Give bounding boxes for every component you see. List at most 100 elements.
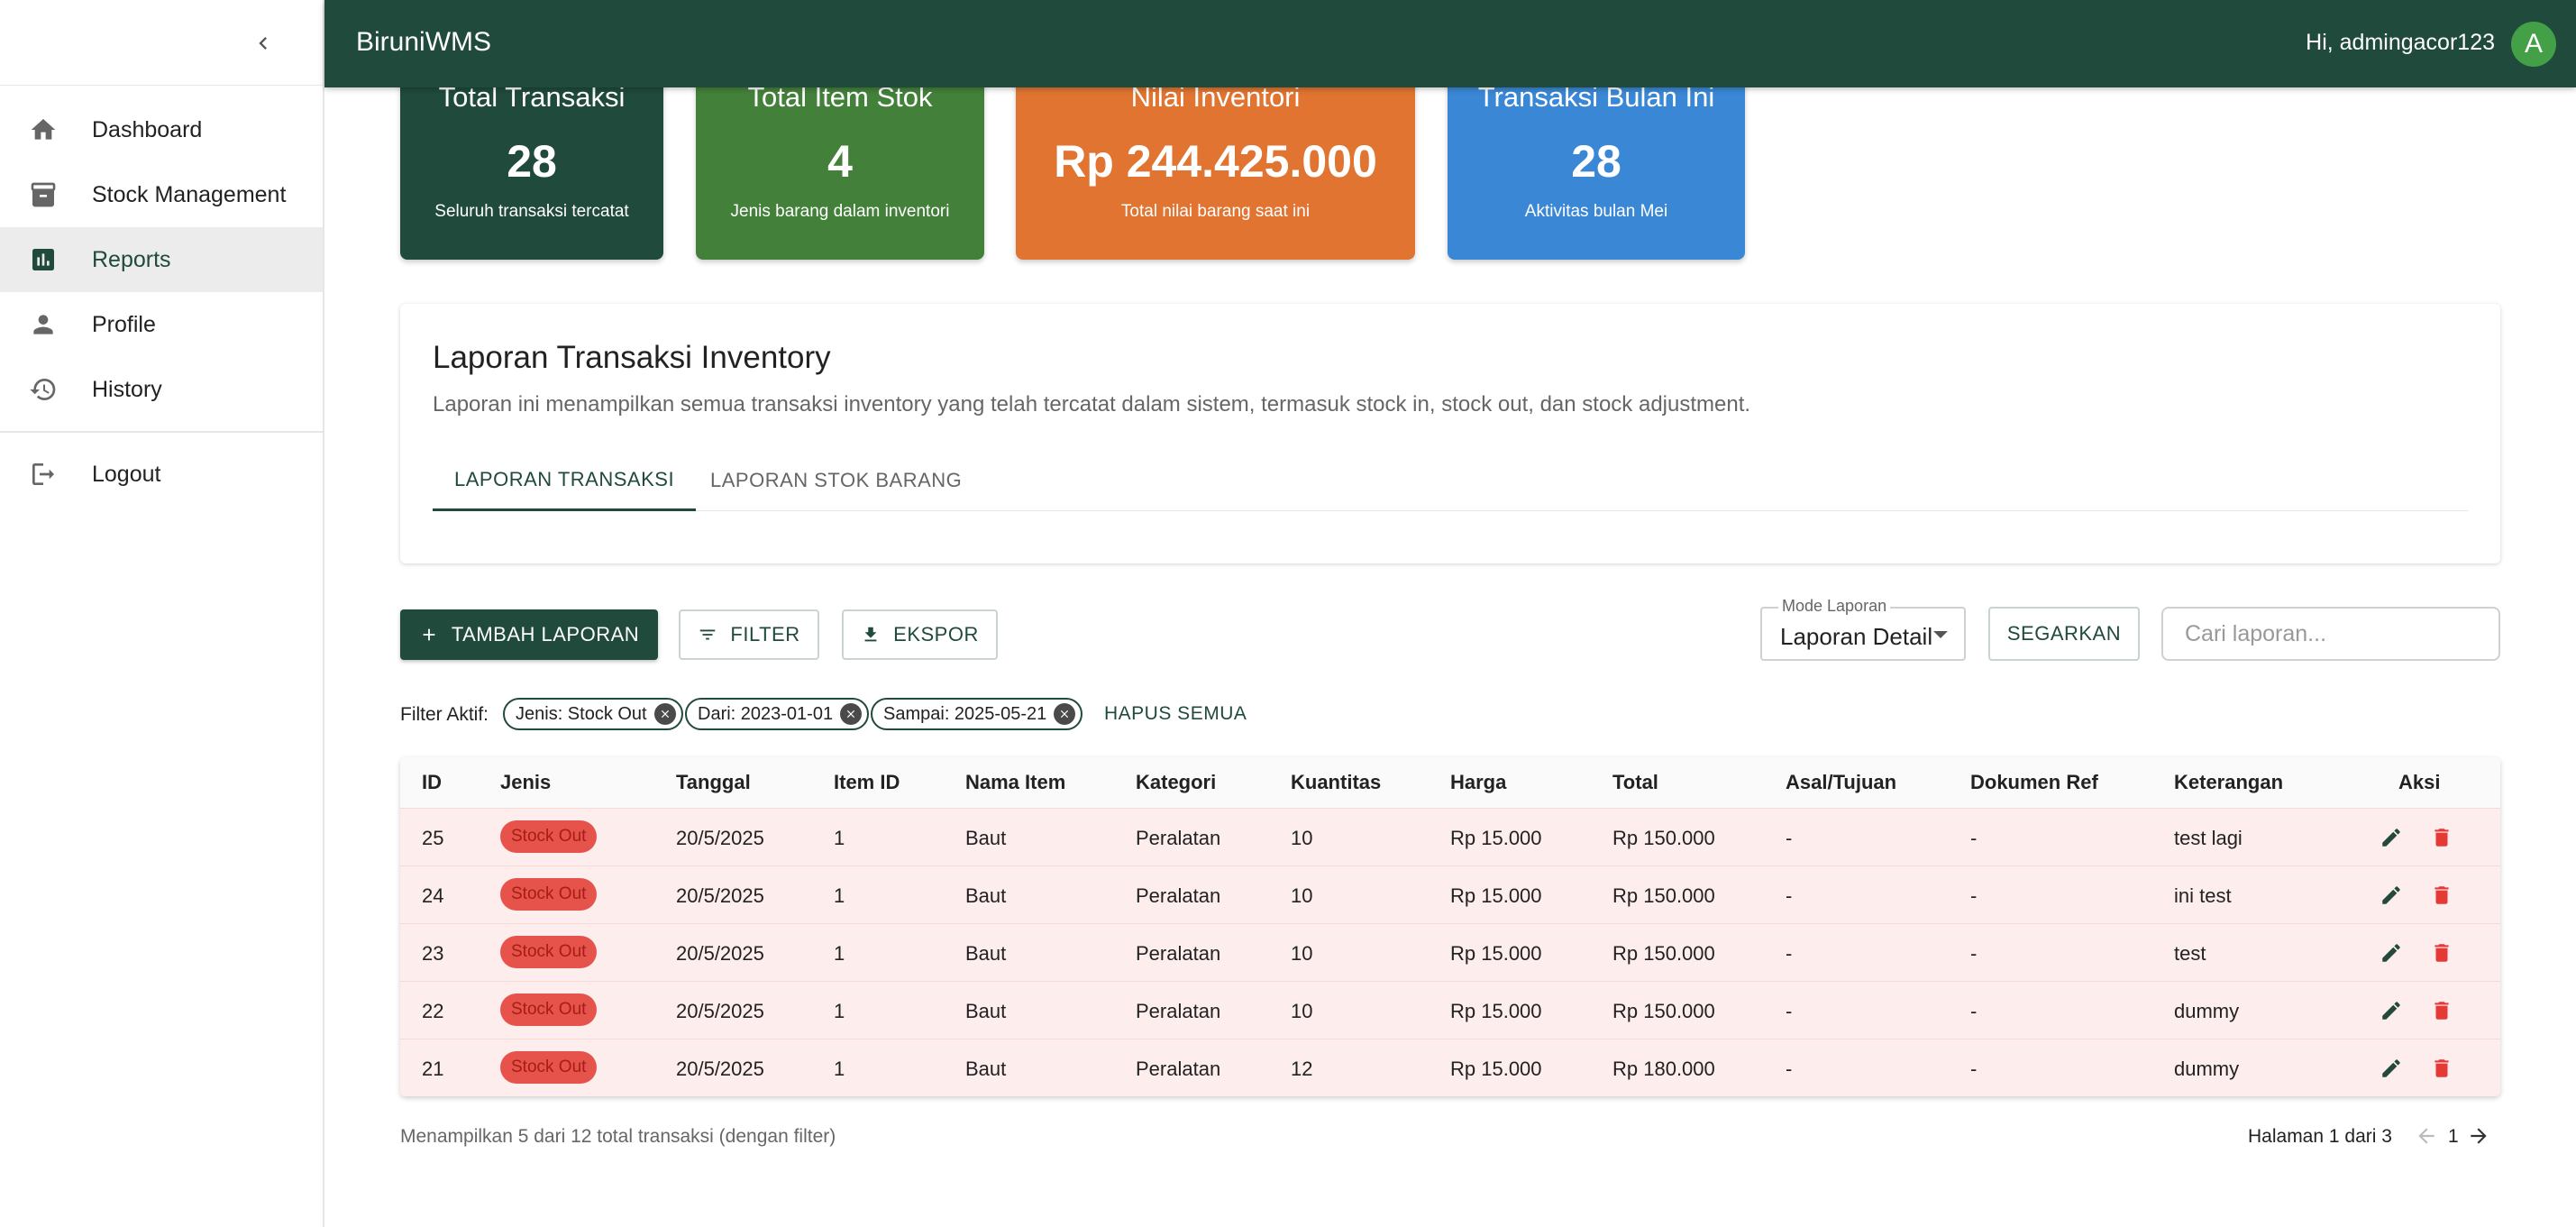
- sidebar: Dashboard Stock Management Reports Profi…: [0, 0, 324, 1227]
- cell-kategori: Peralatan: [1136, 1058, 1221, 1080]
- column-header-id: ID: [422, 771, 442, 793]
- sidebar-nav: Dashboard Stock Management Reports Profi…: [0, 97, 323, 507]
- edit-icon[interactable]: [2379, 940, 2404, 966]
- export-button[interactable]: EKSPOR: [842, 609, 998, 660]
- delete-icon[interactable]: [2429, 825, 2454, 850]
- cell-keterangan: test lagi: [2174, 827, 2243, 849]
- sidebar-item-reports[interactable]: Reports: [0, 227, 323, 292]
- arrow-left-icon: [2418, 1128, 2434, 1144]
- plus-icon: [423, 628, 435, 641]
- table-header: ID Jenis Tanggal Item ID Nama Item Kateg…: [400, 757, 2500, 808]
- cell-id: 21: [422, 1058, 444, 1080]
- app-brand: BiruniWMS: [356, 27, 492, 57]
- edit-icon[interactable]: [2379, 825, 2404, 850]
- delete-icon[interactable]: [2429, 1056, 2454, 1081]
- filter-chip-label: Sampai: 2025-05-21: [883, 703, 1047, 724]
- transactions-table: ID Jenis Tanggal Item ID Nama Item Kateg…: [400, 757, 2500, 1096]
- cell-asal-tujuan: -: [1786, 942, 1793, 965]
- collapse-sidebar-button[interactable]: [245, 25, 281, 61]
- column-header-aksi: Aksi: [2398, 771, 2441, 793]
- edit-icon[interactable]: [2379, 998, 2404, 1023]
- cell-tanggal: 20/5/2025: [676, 942, 764, 965]
- clear-all-filters-button[interactable]: HAPUS SEMUA: [1104, 703, 1247, 725]
- filter-chip-label: Jenis: Stock Out: [516, 703, 647, 724]
- report-tabs: LAPORAN TRANSAKSI LAPORAN STOK BARANG: [433, 450, 2468, 511]
- download-icon: [864, 627, 877, 642]
- cell-asal-tujuan: -: [1786, 1058, 1793, 1080]
- cell-item-id: 1: [834, 942, 845, 965]
- previous-page-button[interactable]: [2412, 1122, 2441, 1150]
- filter-button[interactable]: FILTER: [679, 609, 819, 660]
- status-badge: Stock Out: [500, 820, 598, 853]
- active-filter-label: Filter Aktif:: [400, 704, 489, 725]
- sidebar-item-logout[interactable]: Logout: [0, 442, 323, 507]
- status-badge: Stock Out: [500, 1051, 598, 1084]
- delete-icon[interactable]: [2429, 998, 2454, 1023]
- arrow-right-icon: [2471, 1128, 2487, 1144]
- cell-dokumen-ref: -: [1970, 1058, 1978, 1080]
- add-report-button[interactable]: TAMBAH LAPORAN: [400, 609, 658, 660]
- column-header-asal-tujuan: Asal/Tujuan: [1786, 771, 1897, 793]
- sidebar-item-dashboard[interactable]: Dashboard: [0, 97, 323, 162]
- cell-item-id: 1: [834, 827, 845, 849]
- filter-chip-dari[interactable]: Dari: 2023-01-01: [685, 698, 870, 730]
- cell-dokumen-ref: -: [1970, 1000, 1978, 1022]
- report-mode-select[interactable]: Mode Laporan Laporan Detail: [1760, 597, 1966, 661]
- cell-keterangan: dummy: [2174, 1058, 2240, 1080]
- cell-kategori: Peralatan: [1136, 884, 1221, 907]
- stat-subtitle: Aktivitas bulan Mei: [1524, 202, 1668, 221]
- pagination-summary: Menampilkan 5 dari 12 total transaksi (d…: [400, 1126, 836, 1147]
- edit-icon[interactable]: [2379, 1056, 2404, 1081]
- history-icon: [27, 373, 59, 406]
- sidebar-divider: [0, 85, 324, 86]
- cell-harga: Rp 15.000: [1450, 1058, 1542, 1080]
- sidebar-item-label: Logout: [92, 461, 161, 487]
- cell-kuantitas: 12: [1291, 1058, 1313, 1080]
- cell-harga: Rp 15.000: [1450, 827, 1542, 849]
- stat-subtitle: Seluruh transaksi tercatat: [434, 202, 629, 221]
- stat-subtitle: Total nilai barang saat ini: [1120, 202, 1311, 221]
- cell-keterangan: test: [2174, 942, 2206, 965]
- filter-chip-jenis[interactable]: Jenis: Stock Out: [503, 698, 683, 730]
- close-icon[interactable]: [840, 703, 863, 725]
- tab-laporan-transaksi[interactable]: LAPORAN TRANSAKSI: [433, 450, 697, 511]
- sidebar-item-history[interactable]: History: [0, 357, 323, 422]
- cell-dokumen-ref: -: [1970, 942, 1978, 965]
- close-icon[interactable]: [1054, 703, 1076, 725]
- delete-icon[interactable]: [2429, 940, 2454, 966]
- tab-laporan-stok-barang[interactable]: LAPORAN STOK BARANG: [689, 450, 983, 511]
- column-header-keterangan: Keterangan: [2174, 771, 2284, 793]
- cell-tanggal: 20/5/2025: [676, 1058, 764, 1080]
- stat-value: 4: [827, 136, 853, 187]
- filter-chip-sampai[interactable]: Sampai: 2025-05-21: [871, 698, 1083, 730]
- export-label: EKSPOR: [893, 623, 979, 646]
- cell-item-id: 1: [834, 1000, 845, 1022]
- next-page-button[interactable]: [2464, 1122, 2493, 1150]
- sidebar-item-stock-management[interactable]: Stock Management: [0, 162, 323, 227]
- column-header-tanggal: Tanggal: [676, 771, 751, 793]
- logout-icon: [27, 458, 59, 490]
- cell-keterangan: ini test: [2174, 884, 2232, 907]
- pagination-page-text: Halaman 1 dari 3: [2248, 1126, 2392, 1147]
- status-badge: Stock Out: [500, 936, 598, 968]
- sidebar-item-label: Stock Management: [92, 181, 287, 207]
- search-input[interactable]: [2161, 607, 2500, 661]
- cell-total: Rp 150.000: [1612, 884, 1715, 907]
- table-row: 24 Stock Out 20/5/2025 1 Baut Peralatan …: [400, 865, 2500, 923]
- cell-nama-item: Baut: [965, 942, 1007, 965]
- column-header-kuantitas: Kuantitas: [1291, 771, 1382, 793]
- status-badge: Stock Out: [500, 994, 598, 1026]
- bar-chart-icon: [27, 243, 59, 276]
- edit-icon[interactable]: [2379, 883, 2404, 908]
- page-description: Laporan ini menampilkan semua transaksi …: [433, 392, 1751, 417]
- refresh-button[interactable]: SEGARKAN: [1988, 607, 2140, 661]
- sidebar-item-profile[interactable]: Profile: [0, 292, 323, 357]
- avatar[interactable]: A: [2511, 22, 2556, 67]
- column-header-harga: Harga: [1450, 771, 1507, 793]
- add-report-label: TAMBAH LAPORAN: [451, 623, 640, 646]
- cell-item-id: 1: [834, 884, 845, 907]
- cell-nama-item: Baut: [965, 1000, 1007, 1022]
- close-icon[interactable]: [653, 703, 676, 725]
- delete-icon[interactable]: [2429, 883, 2454, 908]
- cell-kategori: Peralatan: [1136, 1000, 1221, 1022]
